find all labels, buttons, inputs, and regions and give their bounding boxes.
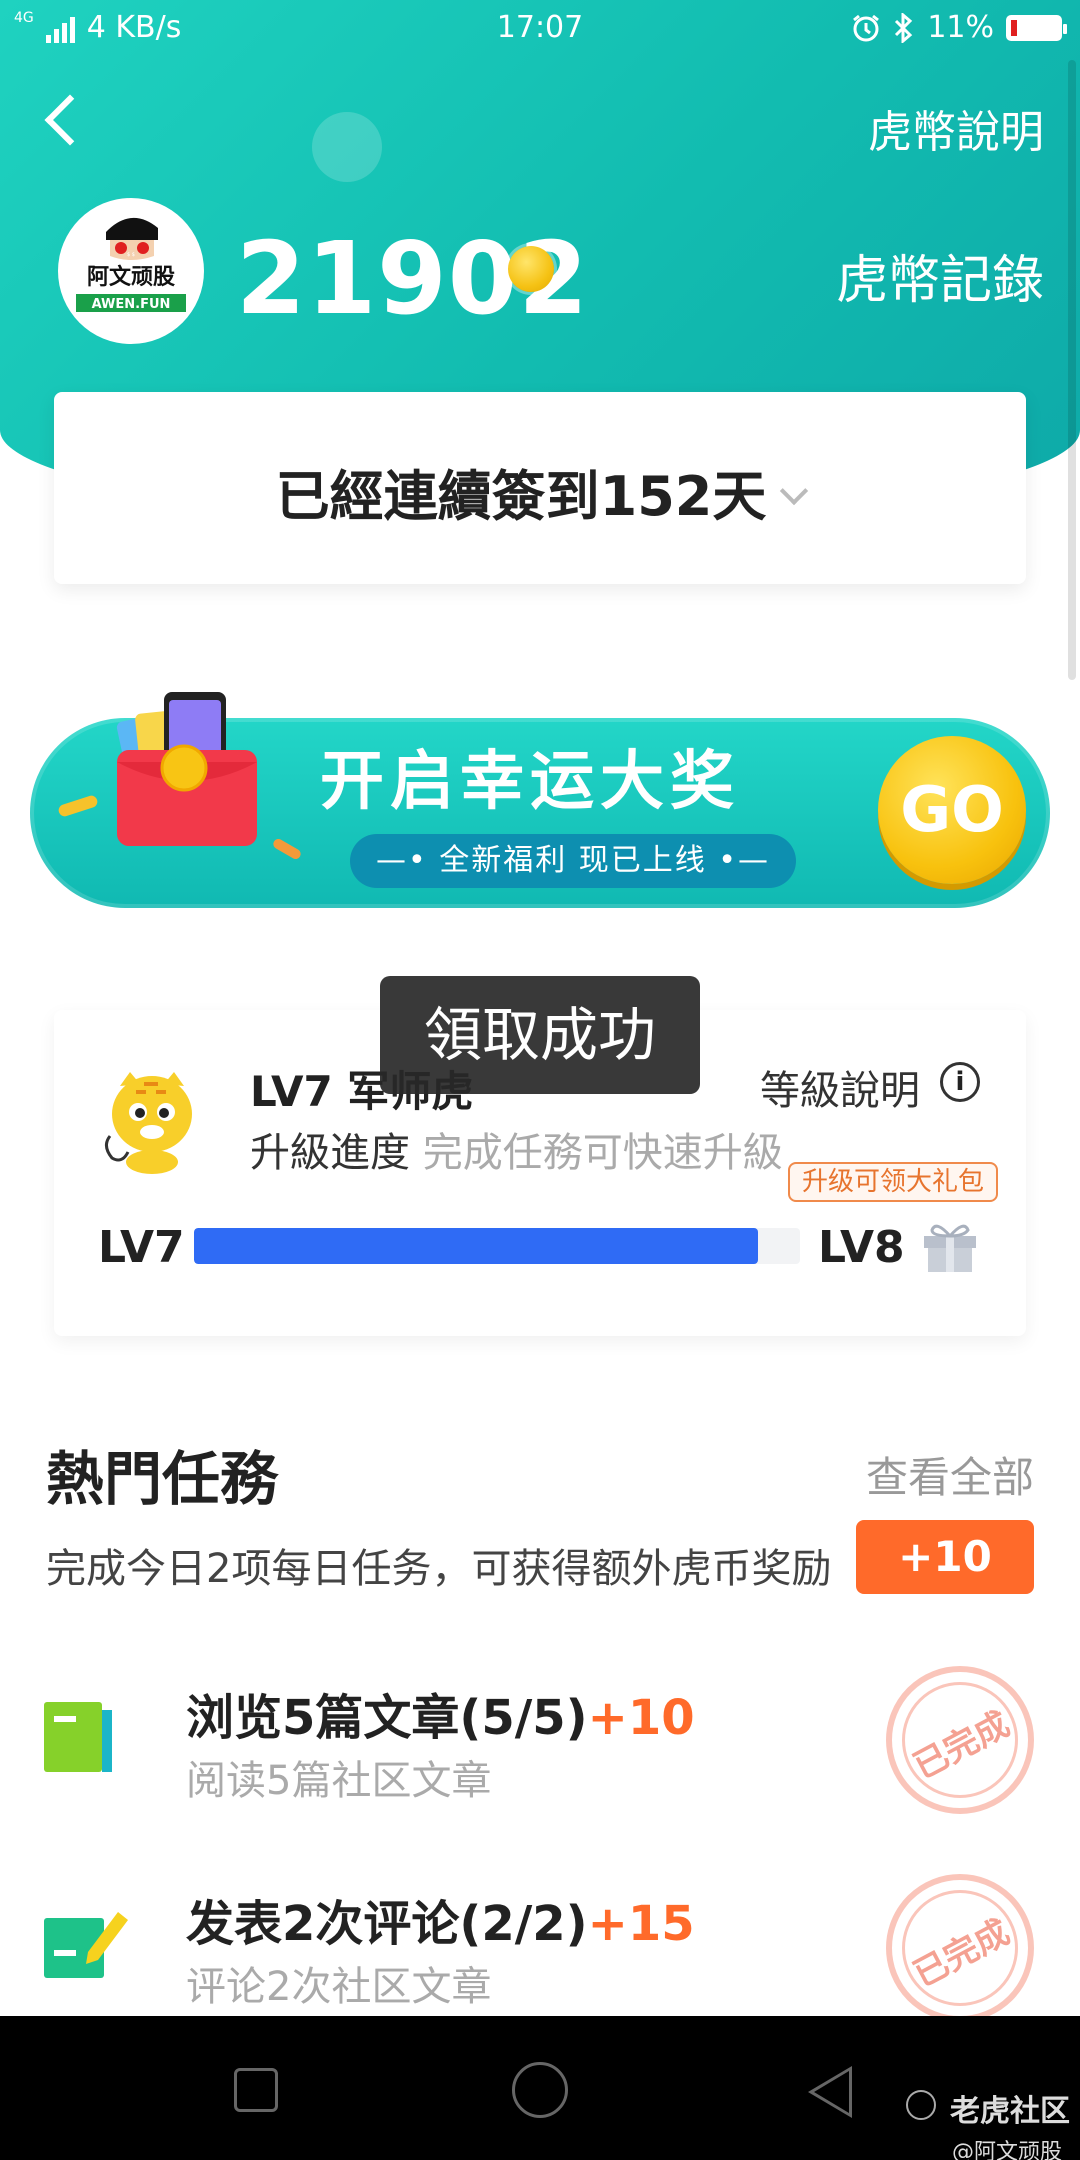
system-nav-bar: 老虎社区 @阿文顽股 [0, 2016, 1080, 2160]
coin-record-link[interactable]: 虎幣記錄 [836, 238, 1044, 313]
level-progress-fill [194, 1228, 758, 1264]
see-all-link[interactable]: 查看全部 [866, 1444, 1034, 1505]
task-title-text: 浏览5篇文章(5/5) [186, 1690, 588, 1746]
current-level-label: LV7 [98, 1222, 185, 1273]
hot-tasks-description: 完成今日2项每日任务，可获得额外虎币奖励 [46, 1546, 832, 1592]
checkin-text-row: 已經連續簽到152天 [54, 452, 1026, 531]
battery-percent: 11% [927, 10, 994, 45]
chevron-down-icon[interactable] [780, 476, 809, 506]
gift-icon[interactable] [920, 1216, 980, 1274]
watermark-handle: @阿文顽股 [951, 2140, 1062, 2160]
svg-text:AWEN.FUN: AWEN.FUN [92, 297, 171, 312]
bluetooth-icon [895, 12, 913, 43]
avatar[interactable]: $ $ 阿文顽股 AWEN.FUN [58, 198, 204, 344]
level-progress-bar [194, 1228, 800, 1264]
task-reward: +15 [587, 1896, 695, 1952]
task-subtitle: 阅读5篇社区文章 [186, 1758, 492, 1804]
completed-stamp: 已完成 [886, 1666, 1034, 1814]
task-item[interactable]: 发表2次评论(2/2)+15 评论2次社区文章 已完成 [0, 1850, 1080, 2016]
info-icon[interactable]: i [940, 1062, 980, 1102]
coin-icon [508, 246, 554, 292]
next-level-label: LV8 [818, 1222, 905, 1273]
home-icon[interactable] [512, 2062, 568, 2118]
alarm-icon [853, 14, 880, 41]
recent-apps-icon[interactable] [234, 2068, 278, 2112]
battery-fill [1011, 19, 1017, 36]
coin-explain-link[interactable]: 虎幣說明 [868, 96, 1044, 160]
battery-icon [1006, 14, 1067, 41]
progress-label: 升級進度 [250, 1130, 410, 1176]
tiger-mascot-icon [105, 1072, 192, 1174]
level-explain-link[interactable]: 等級說明 [760, 1058, 920, 1116]
comment-edit-icon [44, 1912, 128, 1978]
task-title: 浏览5篇文章(5/5)+10 [186, 1678, 695, 1748]
back-triangle-icon[interactable] [808, 2066, 852, 2118]
task-title-text: 发表2次评论(2/2) [186, 1896, 588, 1952]
avatar-logo-icon: $ $ 阿文顽股 AWEN.FUN [76, 217, 186, 312]
status-bar: 4G 4 KB/s 17:07 11% [0, 0, 1080, 58]
level-progress-label: 升級進度 完成任務可快速升級 [250, 1120, 783, 1178]
success-toast: 領取成功 [380, 976, 700, 1094]
banner-subtitle: —• 全新福利 现已上线 •— [350, 834, 796, 888]
svg-text:阿文顽股: 阿文顽股 [87, 264, 175, 290]
app-screen: 4G 4 KB/s 17:07 11% 虎幣說明 $ $ 阿文顽股 AWEN.F… [0, 0, 1080, 2016]
watermark-brand: 老虎社区 [908, 2086, 1070, 2130]
svg-text:$ $: $ $ [127, 252, 135, 258]
completed-stamp: 已完成 [886, 1874, 1034, 2016]
scrollbar[interactable] [1068, 60, 1076, 680]
checkin-card[interactable]: 已經連續簽到152天 [54, 392, 1026, 584]
decorative-bubble [312, 112, 382, 182]
gift-tooltip: 升级可领大礼包 [788, 1162, 999, 1202]
confetti-decoration-icon [273, 839, 301, 859]
bonus-badge[interactable]: +10 [856, 1520, 1034, 1594]
checkin-streak-text: 已經連續簽到152天 [275, 465, 767, 528]
go-button[interactable]: GO [878, 736, 1026, 884]
book-icon [44, 1702, 112, 1772]
task-item[interactable]: 浏览5篇文章(5/5)+10 阅读5篇社区文章 已完成 [0, 1640, 1080, 1840]
hot-tasks-title: 熱門任務 [46, 1445, 279, 1513]
completed-stamp-text: 已完成 [907, 1703, 1017, 1788]
status-right: 11% [851, 10, 1067, 45]
task-title: 发表2次评论(2/2)+15 [186, 1884, 695, 1954]
watermark-brand-text: 老虎社区 [950, 2094, 1070, 2129]
progress-hint: 完成任務可快速升級 [422, 1130, 783, 1176]
task-subtitle: 评论2次社区文章 [186, 1964, 492, 2010]
task-reward: +10 [587, 1690, 695, 1746]
completed-stamp-text: 已完成 [907, 1911, 1017, 1996]
